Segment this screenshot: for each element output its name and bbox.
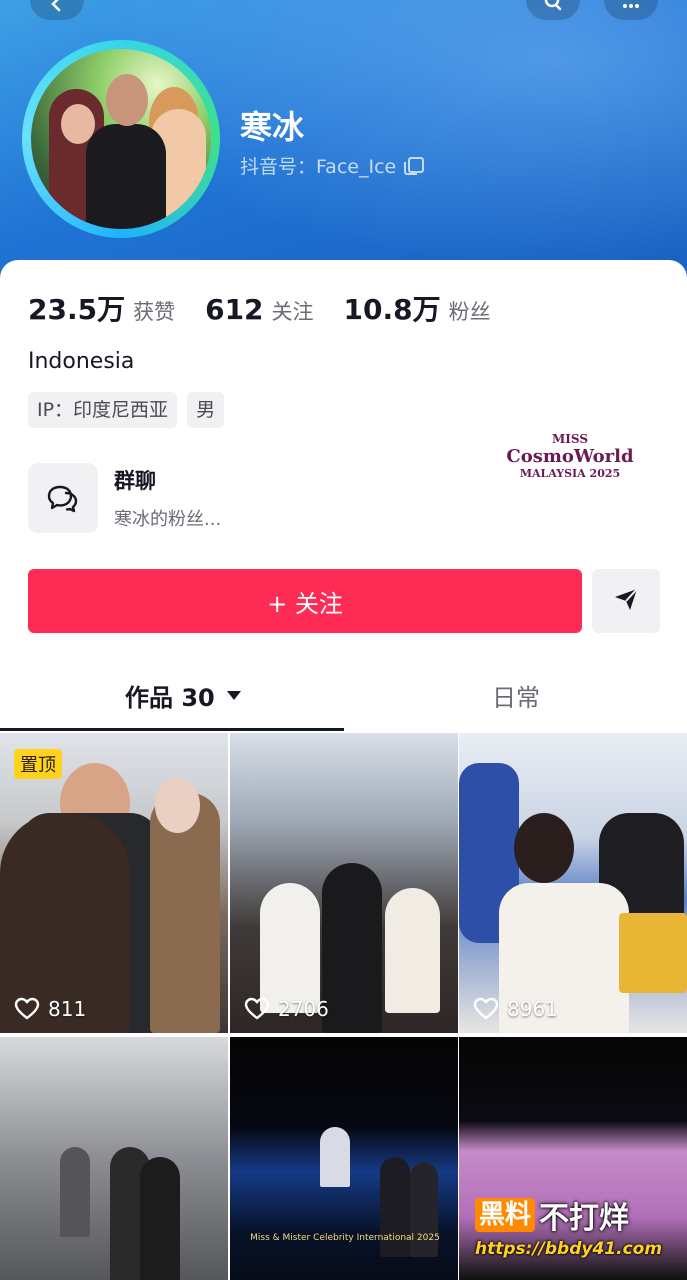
bio-text: Indonesia [28, 349, 135, 374]
watermark: 黑料 不打烊 https://bbdy41.com [475, 1193, 685, 1259]
douyin-id-text: 抖音号：Face_Ice [240, 156, 397, 178]
stat-value: 23.5万 [28, 293, 126, 326]
video-thumbnail[interactable] [0, 1037, 228, 1280]
stat-label: 关注 [271, 300, 314, 324]
group-chat-title: 群聊 [114, 469, 156, 493]
watermark-text: 不打烊 [539, 1201, 630, 1236]
profile-stats: 23.5万 获赞 612 关注 10.8万 粉丝 [28, 288, 521, 328]
likes-count: 8961 [507, 997, 558, 1021]
tab-works-label: 作品 30 [125, 684, 215, 712]
avatar[interactable] [22, 40, 220, 238]
video-likes: 2706 [244, 997, 329, 1021]
video-caption: Miss & Mister Celebrity International 20… [250, 1233, 440, 1243]
stat-label: 获赞 [133, 300, 176, 324]
video-thumbnail[interactable]: 置顶 811 [0, 733, 228, 1033]
tab-works[interactable]: 作品 30 [125, 678, 241, 713]
cosmo-title: MISS CosmoWorld MALAYSIA 2025 [470, 432, 670, 480]
stat-following[interactable]: 612 关注 [205, 293, 313, 326]
watermark-box: 黑料 [475, 1198, 536, 1232]
chevron-left-icon [47, 0, 67, 16]
send-message-button[interactable] [592, 569, 660, 633]
video-likes: 8961 [473, 997, 558, 1021]
pinned-badge: 置顶 [14, 749, 62, 779]
heart-icon [244, 997, 270, 1021]
group-chat-subtitle: 寒冰的粉丝... [114, 509, 222, 530]
likes-count: 811 [48, 997, 87, 1021]
active-tab-indicator [0, 728, 344, 731]
video-thumbnail[interactable]: 8961 [459, 733, 687, 1033]
heart-icon [473, 997, 499, 1021]
search-icon [543, 0, 563, 16]
cosmo-line3: MALAYSIA 2025 [519, 467, 621, 480]
stat-label: 粉丝 [448, 300, 491, 324]
video-thumbnail[interactable]: 2706 [230, 733, 458, 1033]
stat-followers[interactable]: 10.8万 粉丝 [344, 288, 491, 328]
avatar-photo [31, 49, 211, 229]
profile-name: 寒冰 [240, 108, 305, 146]
content-tabs: 作品 30 日常 [0, 662, 687, 732]
stat-likes[interactable]: 23.5万 获赞 [28, 288, 175, 328]
cosmo-line2: CosmoWorld [506, 446, 634, 467]
chat-bubbles-icon [28, 463, 98, 533]
caret-down-icon [226, 691, 241, 700]
send-icon [611, 584, 641, 618]
follow-button[interactable]: + 关注 [28, 569, 582, 633]
more-icon [621, 0, 641, 16]
profile-tags: IP：印度尼西亚 男 [28, 392, 225, 428]
video-likes: 811 [14, 997, 86, 1021]
copy-icon[interactable] [404, 156, 425, 175]
heart-icon [14, 997, 40, 1021]
stat-value: 612 [205, 293, 264, 326]
likes-count: 2706 [278, 997, 329, 1021]
tab-daily[interactable]: 日常 [492, 678, 540, 713]
gender-tag: 男 [187, 392, 225, 428]
ip-location-tag: IP：印度尼西亚 [28, 392, 178, 428]
cosmo-line1: MISS [552, 432, 588, 446]
video-thumbnail[interactable] [230, 1037, 458, 1280]
watermark-url: https://bbdy41.com [475, 1239, 663, 1259]
stat-value: 10.8万 [343, 293, 441, 326]
douyin-id[interactable]: 抖音号：Face_Ice [240, 152, 425, 179]
